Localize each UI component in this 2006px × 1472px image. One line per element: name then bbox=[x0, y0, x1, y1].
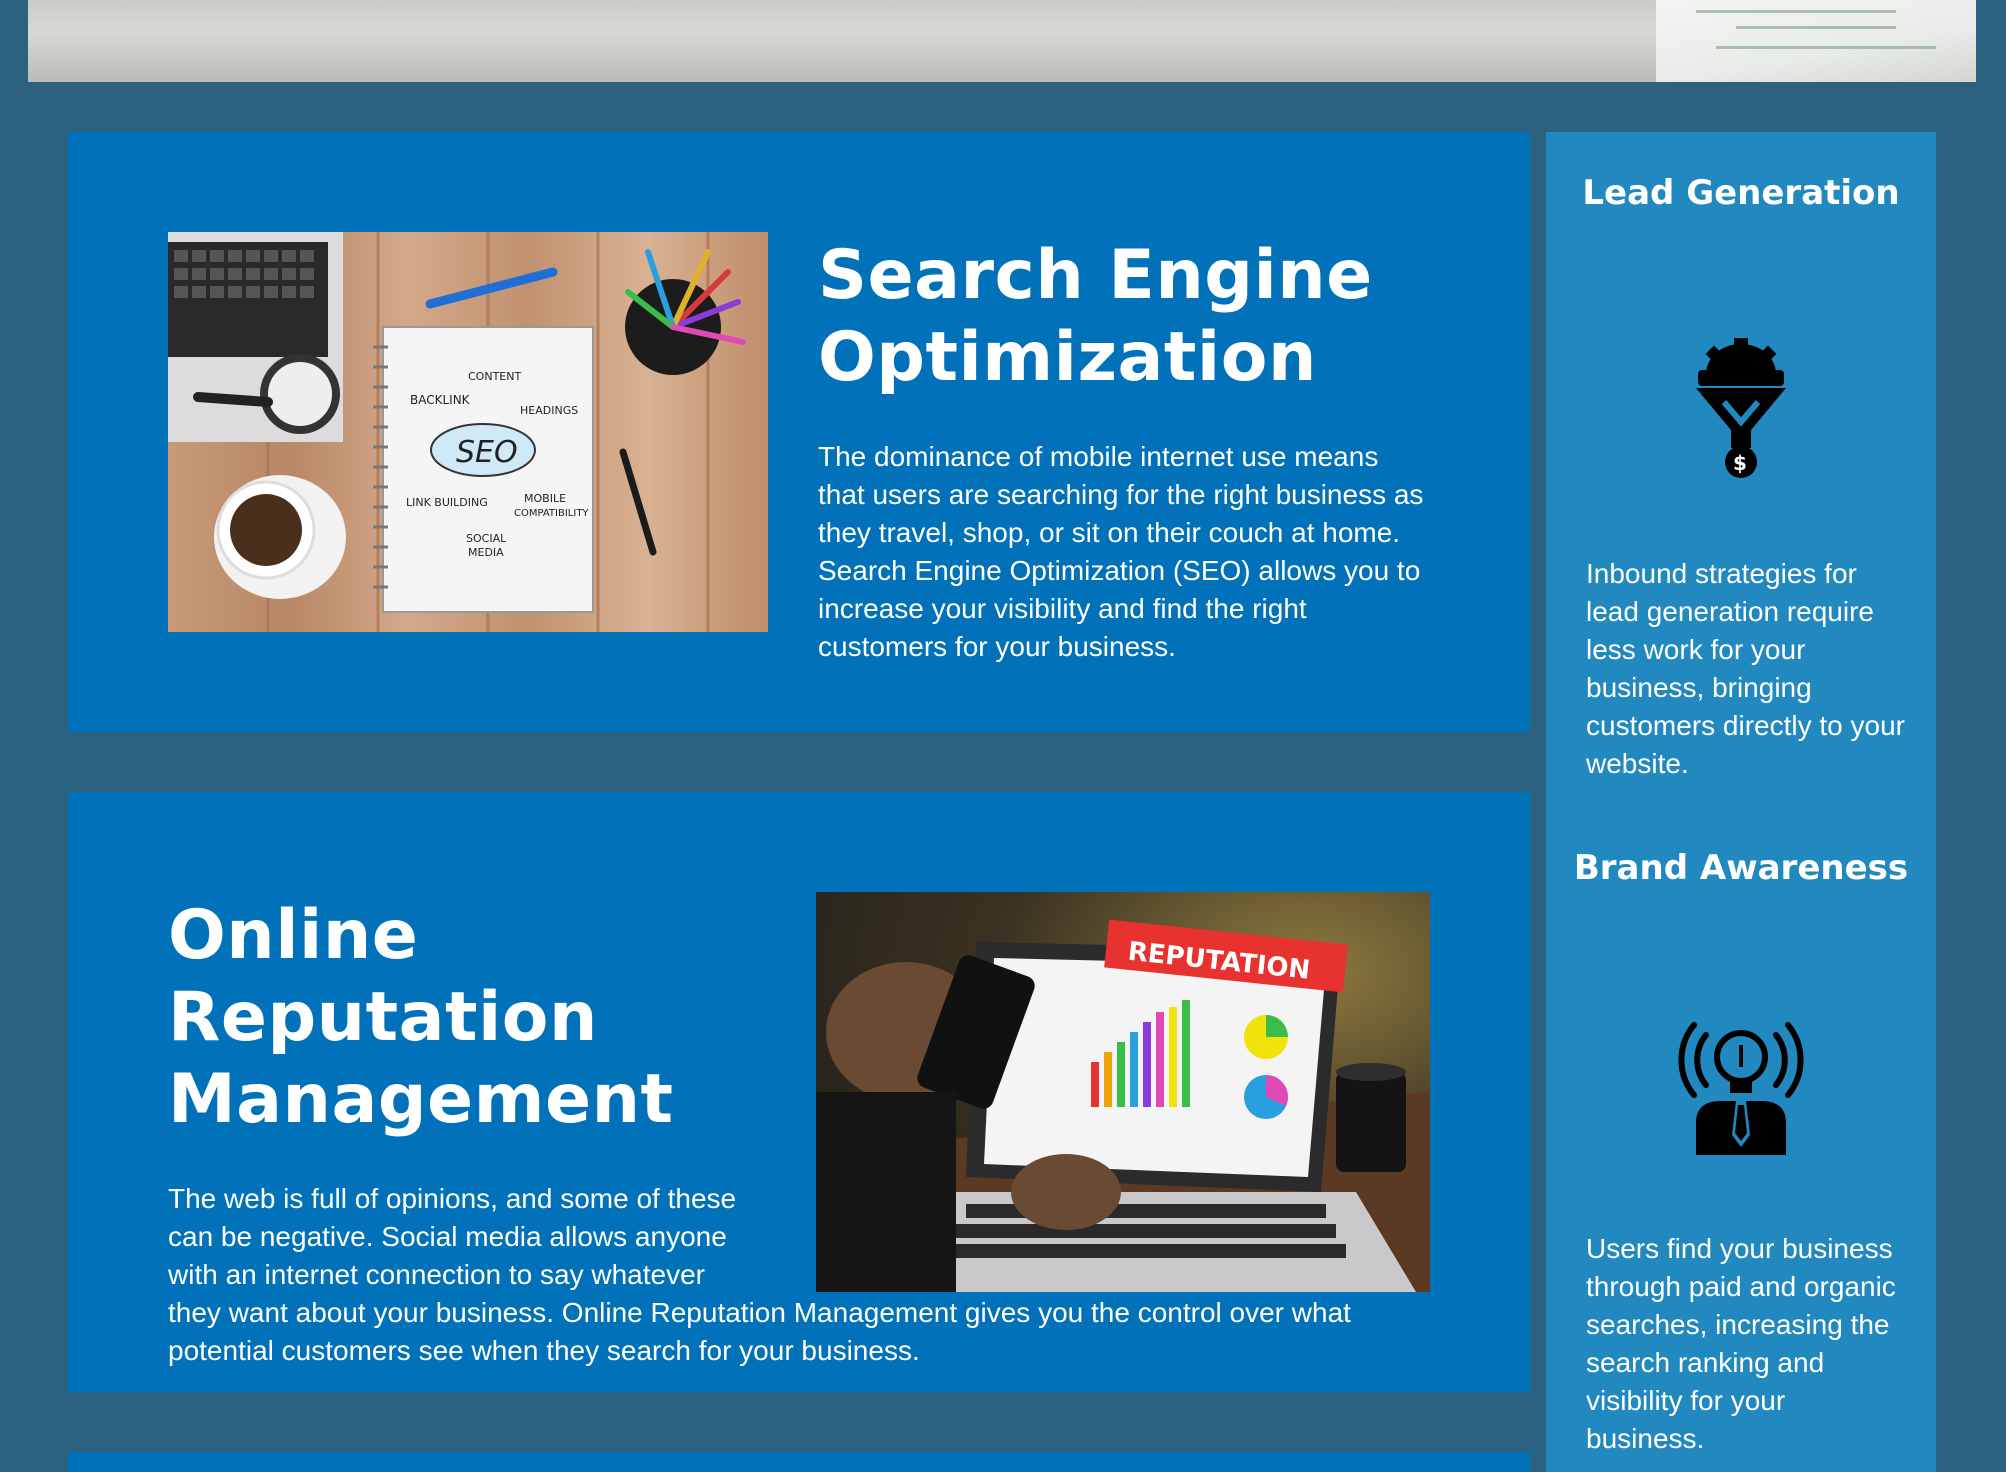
brand-awareness-title: Brand Awareness bbox=[1573, 848, 1909, 888]
orm-card-description-part2: they want about your business. Online Re… bbox=[168, 1297, 1351, 1366]
seo-photo-word-link-building: LINK BUILDING bbox=[406, 496, 488, 509]
lead-generation-title: Lead Generation bbox=[1582, 173, 1900, 213]
seo-photo-word-social: SOCIAL bbox=[466, 532, 507, 545]
orm-card-title: Online Reputation Management bbox=[168, 896, 674, 1139]
hero-paper-decor bbox=[1656, 0, 1976, 82]
lightbulb-person-icon bbox=[1666, 1005, 1816, 1155]
seo-photo-word-compatibility: COMPATIBILITY bbox=[514, 508, 589, 519]
next-service-card bbox=[68, 1452, 1530, 1472]
seo-photo: SEO CONTENT BACKLINK HEADINGS LINK BUILD… bbox=[168, 232, 768, 632]
seo-photo-word-mobile: MOBILE bbox=[524, 492, 566, 505]
seo-photo-illustration: SEO CONTENT BACKLINK HEADINGS LINK BUILD… bbox=[168, 232, 746, 632]
hero-paper-line bbox=[1716, 46, 1936, 49]
orm-card-description-part1: The web is full of opinions, and some of… bbox=[168, 1183, 737, 1290]
seo-photo-word-headings: HEADINGS bbox=[520, 404, 578, 417]
brand-awareness-text: Users find your business through paid an… bbox=[1586, 1233, 1896, 1454]
hero-paper-line bbox=[1696, 10, 1896, 13]
seo-photo-word-backlink: BACKLINK bbox=[410, 393, 471, 407]
funnel-gear-icon: $ bbox=[1666, 330, 1816, 480]
svg-text:$: $ bbox=[1733, 451, 1747, 475]
seo-card-description: The dominance of mobile internet use mea… bbox=[818, 441, 1424, 662]
reputation-photo: REPUTATION bbox=[816, 892, 1430, 1292]
seo-photo-word-media: MEDIA bbox=[468, 546, 504, 559]
hero-banner-image bbox=[28, 0, 1976, 82]
lead-generation-text: Inbound strategies for lead generation r… bbox=[1586, 558, 1905, 779]
reputation-photo-illustration: REPUTATION bbox=[816, 919, 1430, 1292]
seo-photo-word-seo: SEO bbox=[456, 435, 518, 470]
seo-photo-word-content: CONTENT bbox=[468, 370, 521, 383]
hero-paper-line bbox=[1736, 26, 1896, 29]
seo-card-title: Search Engine Optimization bbox=[818, 236, 1373, 397]
